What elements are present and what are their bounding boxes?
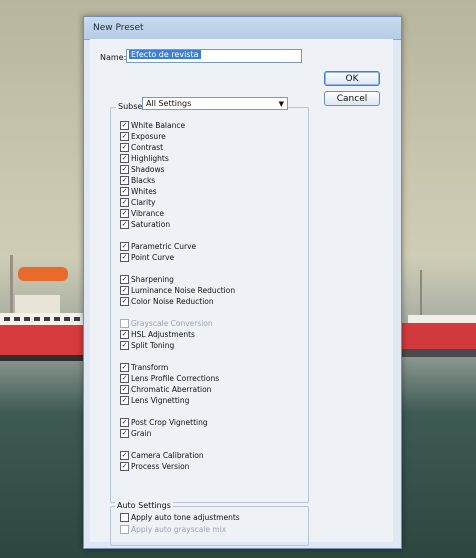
auto-settings-label: Auto Settings [115,501,173,510]
checkmark-icon: ✓ [120,373,129,383]
checkmark-icon: ✓ [120,362,129,372]
setting-checkbox-label: Camera Calibration [131,451,204,460]
setting-checkbox[interactable]: ✓ Clarity [120,197,156,209]
setting-checkbox[interactable]: ✓ Vibrance [120,208,164,220]
checkmark-icon: ✓ [120,164,129,174]
setting-checkbox[interactable]: ✓ Transform [120,362,169,374]
setting-checkbox[interactable]: ✓ Blacks [120,175,156,187]
setting-checkbox[interactable]: ✓ Post Crop Vignetting [120,417,208,429]
setting-checkbox-label: Sharpening [131,275,174,284]
empty-checkbox-icon [120,318,129,328]
checkmark-icon: ✓ [120,219,129,229]
setting-checkbox-label: Split Toning [131,341,175,350]
checkmark-icon: ✓ [120,296,129,306]
subset-value: All Settings [146,99,192,108]
setting-checkbox-label: Chromatic Aberration [131,385,212,394]
dialog-titlebar[interactable]: New Preset [84,17,401,40]
checkmark-icon: ✓ [120,461,129,471]
setting-checkbox-label: Lens Profile Corrections [131,374,220,383]
setting-checkbox[interactable]: ✓ Saturation [120,219,171,231]
checkmark-icon: ✓ [120,131,129,141]
preset-name-input[interactable]: Efecto de revista [126,49,302,63]
setting-checkbox[interactable]: ✓ Luminance Noise Reduction [120,285,236,297]
ok-button[interactable]: OK [324,71,380,86]
setting-checkbox[interactable]: ✓ Point Curve [120,252,175,264]
checkmark-icon: ✓ [120,395,129,405]
checkmark-icon: ✓ [120,252,129,262]
checkmark-icon: ✓ [120,186,129,196]
checkmark-icon: ✓ [120,274,129,284]
checkmark-icon: ✓ [120,241,129,251]
setting-checkbox[interactable]: ✓ Lens Vignetting [120,395,190,407]
setting-checkbox[interactable]: ✓ Exposure [120,131,166,143]
empty-checkbox-icon [120,524,129,534]
subset-select[interactable]: All Settings ▼ [142,97,288,110]
setting-checkbox[interactable]: ✓ HSL Adjustments [120,329,195,341]
setting-checkbox[interactable]: ✓ Whites [120,186,157,198]
checkmark-icon: ✓ [120,120,129,130]
setting-checkbox-label: Grain [131,429,152,438]
new-preset-dialog: New Preset Name: Efecto de revista OK Ca… [83,16,402,549]
setting-checkbox-label: Blacks [131,176,156,185]
setting-checkbox-label: White Balance [131,121,186,130]
setting-checkbox-label: Saturation [131,220,171,229]
setting-checkbox[interactable]: ✓ Highlights [120,153,169,165]
checkmark-icon: ✓ [120,175,129,185]
checkmark-icon: ✓ [120,450,129,460]
checkmark-icon: ✓ [120,197,129,207]
checkmark-icon: ✓ [120,417,129,427]
checkmark-icon: ✓ [120,329,129,339]
setting-checkbox-label: Highlights [131,154,169,163]
checkmark-icon: ✓ [120,285,129,295]
checkmark-icon: ✓ [120,428,129,438]
setting-checkbox[interactable]: ✓ Chromatic Aberration [120,384,212,396]
setting-checkbox-label: Parametric Curve [131,242,197,251]
setting-checkbox[interactable]: ✓ Sharpening [120,274,174,286]
setting-checkbox-label: Post Crop Vignetting [131,418,208,427]
setting-checkbox-label: Exposure [131,132,166,141]
setting-checkbox[interactable]: ✓ Parametric Curve [120,241,197,253]
setting-checkbox-label: Vibrance [131,209,164,218]
dialog-title: New Preset [93,23,144,33]
name-label: Name: [100,53,127,62]
setting-checkbox[interactable]: ✓ Lens Profile Corrections [120,373,220,385]
setting-checkbox-label: Transform [131,363,169,372]
checkmark-icon: ✓ [120,153,129,163]
setting-checkbox-label: Shadows [131,165,165,174]
setting-checkbox-label: Process Version [131,462,190,471]
setting-checkbox[interactable]: ✓ Contrast [120,142,164,154]
empty-checkbox-icon [120,512,129,522]
setting-checkbox-label: Point Curve [131,253,175,262]
checkmark-icon: ✓ [120,208,129,218]
setting-checkbox[interactable]: ✓ Color Noise Reduction [120,296,214,308]
ship-left-image [0,255,85,361]
checkmark-icon: ✓ [120,384,129,394]
setting-checkbox-label: Contrast [131,143,164,152]
setting-checkbox-label: Lens Vignetting [131,396,190,405]
auto-setting-checkbox: Apply auto grayscale mix [120,524,227,536]
dialog-content: Name: Efecto de revista OK Cancel Subset… [90,39,393,546]
setting-checkbox: Grayscale Conversion [120,318,213,330]
preset-name-value: Efecto de revista [129,50,201,59]
setting-checkbox-label: Color Noise Reduction [131,297,214,306]
checkmark-icon: ✓ [120,142,129,152]
auto-setting-checkbox-label: Apply auto tone adjustments [131,513,240,522]
dropdown-arrow-icon: ▼ [278,100,284,108]
setting-checkbox-label: Whites [131,187,157,196]
setting-checkbox[interactable]: ✓ Shadows [120,164,165,176]
cancel-button[interactable]: Cancel [324,91,380,106]
setting-checkbox[interactable]: ✓ White Balance [120,120,186,132]
checkmark-icon: ✓ [120,340,129,350]
setting-checkbox-label: Clarity [131,198,156,207]
setting-checkbox[interactable]: ✓ Camera Calibration [120,450,204,462]
setting-checkbox[interactable]: ✓ Split Toning [120,340,175,352]
setting-checkbox-label: Grayscale Conversion [131,319,213,328]
auto-setting-checkbox[interactable]: Apply auto tone adjustments [120,512,240,524]
setting-checkbox[interactable]: ✓ Process Version [120,461,190,473]
setting-checkbox-label: Luminance Noise Reduction [131,286,236,295]
auto-setting-checkbox-label: Apply auto grayscale mix [131,525,227,534]
ship-right-image [400,270,476,357]
setting-checkbox-label: HSL Adjustments [131,330,195,339]
setting-checkbox[interactable]: ✓ Grain [120,428,152,440]
